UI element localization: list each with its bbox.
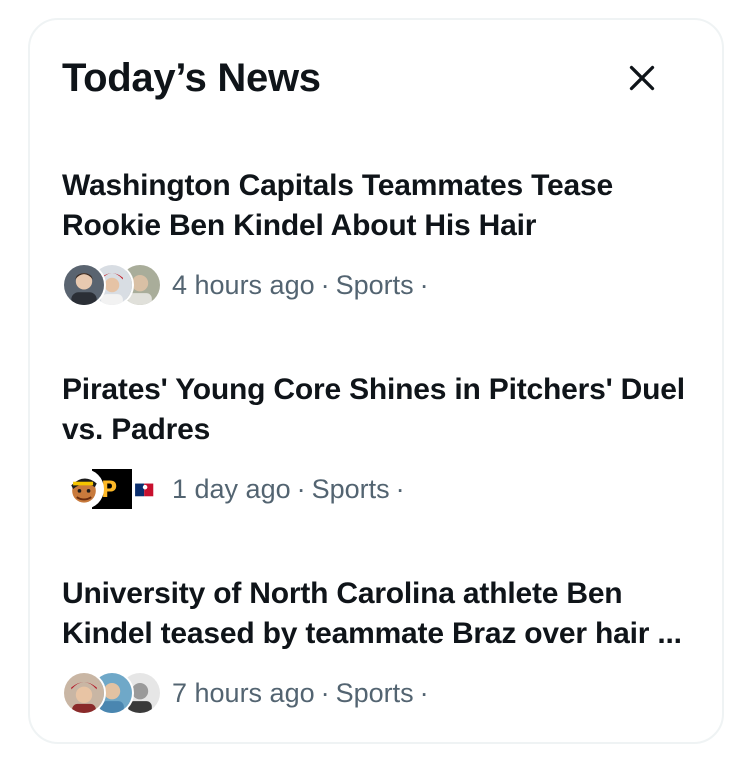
news-meta-text: 7 hours ago · Sports ·: [172, 670, 435, 716]
avatar: [62, 467, 106, 511]
close-icon: [629, 65, 655, 91]
news-headline[interactable]: University of North Carolina athlete Ben…: [62, 574, 692, 654]
avatar: [62, 263, 106, 307]
news-category: Sports: [335, 678, 414, 708]
news-item[interactable]: Pirates' Young Core Shines in Pitchers' …: [62, 370, 692, 512]
meta-separator: ·: [320, 270, 330, 300]
news-time: 7 hours ago: [172, 678, 315, 708]
panel-header: Today’s News: [62, 54, 690, 102]
news-meta-text: 4 hours ago · Sports ·: [172, 262, 435, 308]
news-category: Sports: [335, 270, 414, 300]
panel-title: Today’s News: [62, 56, 321, 100]
meta-separator: ·: [296, 474, 306, 504]
avatar-group: P: [62, 466, 166, 512]
avatar-group: [62, 670, 162, 716]
meta-separator: ·: [419, 678, 429, 708]
news-headline[interactable]: Pirates' Young Core Shines in Pitchers' …: [62, 370, 692, 450]
news-meta: 4 hours ago · Sports ·: [62, 262, 692, 308]
avatar-group: [62, 262, 162, 308]
news-category: Sports: [311, 474, 390, 504]
meta-separator: ·: [395, 474, 405, 504]
news-item[interactable]: University of North Carolina athlete Ben…: [62, 574, 692, 716]
meta-separator: ·: [419, 270, 429, 300]
avatar: [62, 671, 106, 715]
news-meta: 7 hours ago · Sports ·: [62, 670, 692, 716]
meta-separator: ·: [320, 678, 330, 708]
todays-news-panel: Today’s News Washington Capitals Teammat…: [28, 18, 724, 744]
news-meta-text: 1 day ago · Sports ·: [172, 466, 411, 512]
news-headline[interactable]: Washington Capitals Teammates Tease Rook…: [62, 166, 692, 246]
news-time: 1 day ago: [172, 474, 291, 504]
close-button[interactable]: [624, 60, 660, 96]
news-time: 4 hours ago: [172, 270, 315, 300]
news-item[interactable]: Washington Capitals Teammates Tease Rook…: [62, 166, 692, 308]
news-meta: P 1 day ago · Sports ·: [62, 466, 692, 512]
